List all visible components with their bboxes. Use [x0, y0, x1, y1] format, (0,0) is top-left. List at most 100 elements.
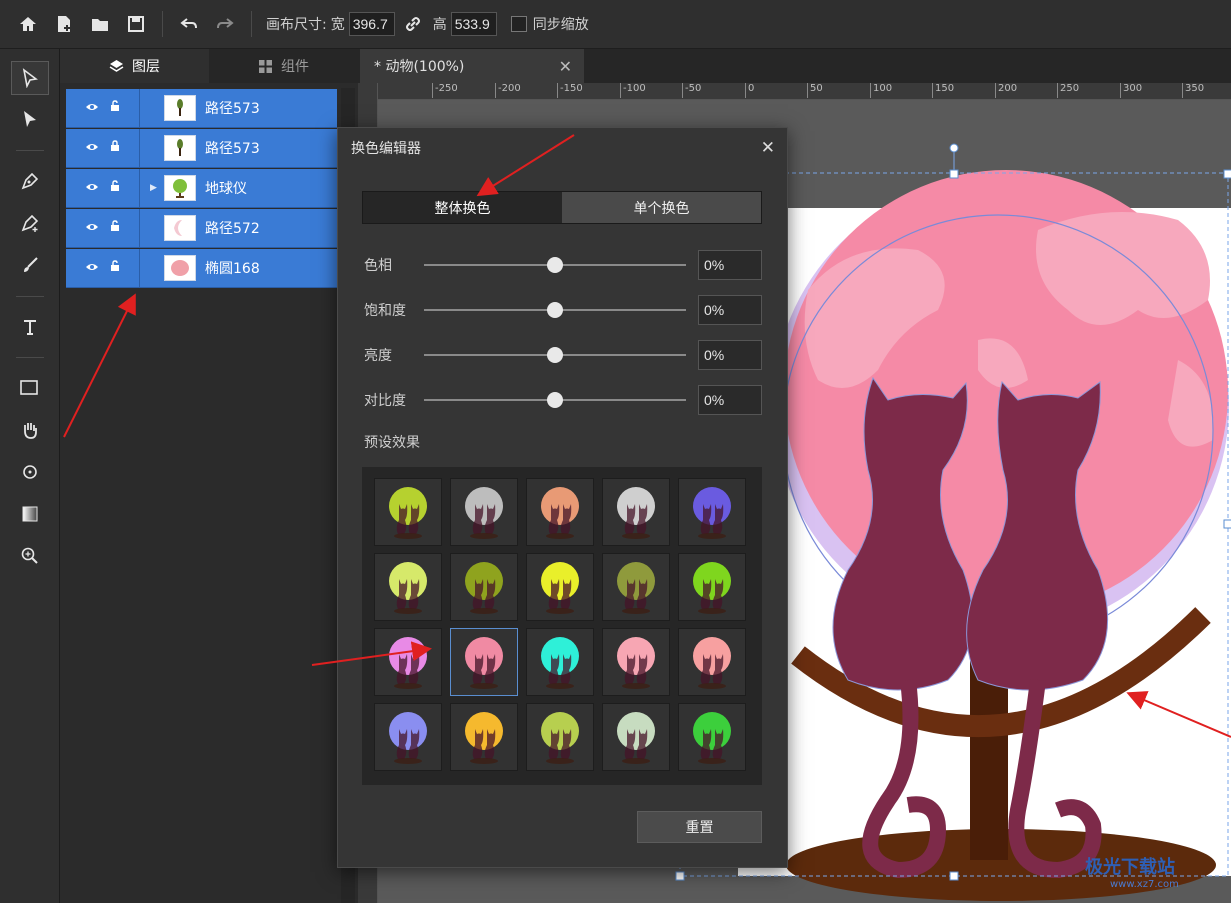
preset-swatch[interactable] [374, 553, 442, 621]
unlock-icon[interactable] [109, 180, 121, 196]
preset-swatch[interactable] [602, 553, 670, 621]
brightness-slider-row: 亮度 [364, 339, 764, 371]
pen-tool-icon[interactable] [11, 164, 49, 198]
preset-globe-icon [617, 712, 655, 764]
layer-name: 路径572 [205, 221, 260, 237]
slider-thumb[interactable] [547, 347, 563, 363]
preset-swatch[interactable] [450, 703, 518, 771]
save-icon[interactable] [118, 6, 154, 42]
rotate-handle [949, 143, 959, 153]
text-tool-icon[interactable] [11, 310, 49, 344]
preset-globe-icon [389, 637, 427, 689]
width-input[interactable] [348, 12, 395, 36]
hue-value-input[interactable] [698, 250, 762, 280]
toolbar-divider [162, 11, 163, 37]
saturation-slider[interactable] [424, 302, 686, 318]
saturation-slider-row: 饱和度 [364, 294, 764, 326]
contrast-slider[interactable] [424, 392, 686, 408]
slider-thumb[interactable] [547, 392, 563, 408]
preset-swatch[interactable] [678, 703, 746, 771]
layer-name: 路径573 [205, 141, 260, 157]
ruler-tick-label: -200 [495, 83, 521, 98]
preset-swatch[interactable] [374, 628, 442, 696]
preset-swatch[interactable] [602, 628, 670, 696]
hand-tool-icon[interactable] [11, 413, 49, 447]
tab-document[interactable]: * 动物(100%) ✕ [360, 49, 584, 83]
new-file-icon[interactable] [46, 6, 82, 42]
rotate-view-tool-icon[interactable] [11, 455, 49, 489]
height-label: 高 [432, 17, 447, 33]
ruler-tick-label: 300 [1120, 83, 1142, 98]
home-icon[interactable] [10, 6, 46, 42]
reset-button[interactable]: 重置 [637, 811, 762, 843]
layer-row[interactable]: ▶ 地球仪 [66, 169, 337, 208]
saturation-value-input[interactable] [698, 295, 762, 325]
eye-icon[interactable] [85, 220, 99, 236]
layer-row[interactable]: 路径573 [66, 129, 337, 168]
tab-global-recolor[interactable]: 整体换色 [363, 192, 562, 223]
preset-globe-icon [541, 712, 579, 764]
layer-row[interactable]: 路径573 [66, 89, 337, 128]
redo-icon[interactable] [207, 6, 243, 42]
preset-swatch[interactable] [450, 628, 518, 696]
preset-swatch[interactable] [374, 703, 442, 771]
undo-icon[interactable] [171, 6, 207, 42]
height-input[interactable] [450, 12, 497, 36]
eye-icon[interactable] [85, 140, 99, 156]
preset-globe-icon [389, 562, 427, 614]
layer-row[interactable]: 路径572 [66, 209, 337, 248]
preset-swatch[interactable] [526, 553, 594, 621]
slider-thumb[interactable] [547, 302, 563, 318]
layer-name: 地球仪 [205, 181, 247, 197]
slider-thumb[interactable] [547, 257, 563, 273]
hue-slider[interactable] [424, 257, 686, 273]
lock-icon[interactable] [109, 140, 121, 156]
tab-layers[interactable]: 图层 [60, 49, 209, 83]
brightness-value-input[interactable] [698, 340, 762, 370]
gradient-tool-icon[interactable] [11, 497, 49, 531]
layer-row[interactable]: 椭圆168 [66, 249, 337, 288]
preset-globe-icon [541, 487, 579, 539]
panel-tabs: 图层 组件 [60, 49, 358, 83]
unlock-icon[interactable] [109, 100, 121, 116]
open-folder-icon[interactable] [82, 6, 118, 42]
preset-swatch[interactable] [678, 628, 746, 696]
unlock-icon[interactable] [109, 260, 121, 276]
select-tool-icon[interactable] [11, 61, 49, 95]
brightness-slider[interactable] [424, 347, 686, 363]
preset-globe-icon [465, 562, 503, 614]
selection-handle [949, 871, 959, 881]
ruler-tick-label: 200 [995, 83, 1017, 98]
preset-globe-icon [465, 637, 503, 689]
unlock-icon[interactable] [109, 220, 121, 236]
brush-tool-icon[interactable] [11, 248, 49, 282]
zoom-tool-icon[interactable] [11, 539, 49, 573]
close-icon[interactable]: ✕ [761, 138, 775, 158]
preset-swatch[interactable] [450, 553, 518, 621]
direct-select-tool-icon[interactable] [11, 102, 49, 136]
preset-swatch[interactable] [678, 478, 746, 546]
rectangle-tool-icon[interactable] [11, 371, 49, 405]
tab-components[interactable]: 组件 [209, 49, 358, 83]
preset-swatch[interactable] [374, 478, 442, 546]
preset-swatch[interactable] [526, 628, 594, 696]
eye-icon[interactable] [85, 180, 99, 196]
preset-swatch[interactable] [602, 478, 670, 546]
link-icon[interactable] [399, 6, 427, 42]
expand-arrow-icon[interactable]: ▶ [150, 183, 157, 193]
add-anchor-tool-icon[interactable] [11, 206, 49, 240]
tree-thumb [164, 95, 196, 121]
selection-handle [675, 871, 685, 881]
preset-swatch[interactable] [678, 553, 746, 621]
preset-swatch[interactable] [602, 703, 670, 771]
preset-swatch[interactable] [450, 478, 518, 546]
contrast-value-input[interactable] [698, 385, 762, 415]
sync-scale-checkbox[interactable] [510, 16, 527, 32]
eye-icon[interactable] [85, 100, 99, 116]
tab-single-recolor[interactable]: 单个换色 [562, 192, 761, 223]
preset-globe-icon [541, 637, 579, 689]
eye-icon[interactable] [85, 260, 99, 276]
close-icon[interactable]: ✕ [559, 57, 572, 76]
preset-swatch[interactable] [526, 703, 594, 771]
preset-swatch[interactable] [526, 478, 594, 546]
